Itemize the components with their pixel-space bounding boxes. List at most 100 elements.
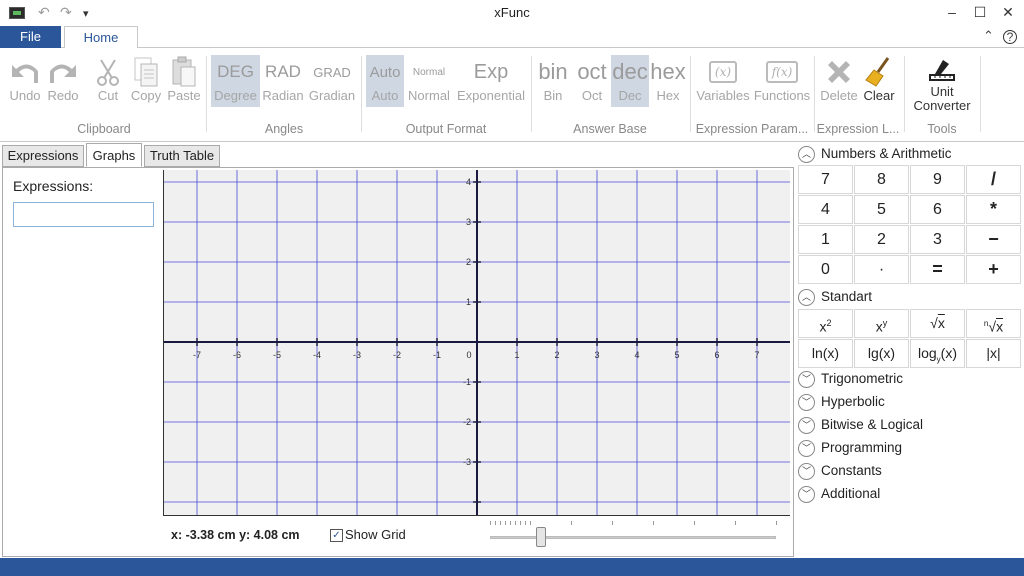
variables-button[interactable]: (x) Variables: [695, 55, 751, 107]
auto-format-button[interactable]: Auto Auto: [366, 55, 404, 107]
zoom-slider-thumb[interactable]: [536, 527, 547, 547]
keypad-key[interactable]: 9: [910, 165, 965, 194]
keypad-key[interactable]: 0: [798, 255, 853, 284]
expand-chevron-icon[interactable]: ﹀: [798, 486, 815, 503]
y-tick-label: -2: [463, 417, 471, 427]
redo-button[interactable]: Redo: [45, 55, 81, 107]
tab-home[interactable]: Home: [64, 26, 138, 49]
zoom-slider-tick: [694, 521, 695, 525]
keypad-key[interactable]: 5: [854, 195, 909, 224]
y-tick-label: -3: [463, 457, 471, 467]
collapse-chevron-icon[interactable]: ︿: [798, 146, 815, 163]
zoom-slider-tick: [735, 521, 736, 525]
ln-key[interactable]: ln(x): [798, 339, 853, 368]
maximize-icon[interactable]: ☐: [968, 2, 992, 22]
zoom-slider-tick: [515, 521, 516, 525]
expressions-label: Expressions:: [13, 178, 94, 194]
nth-root-key[interactable]: n√x: [966, 309, 1021, 338]
y-tick-label: 1: [466, 297, 471, 307]
sqrt-key[interactable]: √x: [910, 309, 965, 338]
keypad-key[interactable]: /: [966, 165, 1021, 194]
keypad-key[interactable]: −: [966, 225, 1021, 254]
abs-key[interactable]: |x|: [966, 339, 1021, 368]
zoom-slider-tick: [525, 521, 526, 525]
keypad-key[interactable]: 4: [798, 195, 853, 224]
section-label: Programming: [821, 440, 903, 455]
expand-chevron-icon[interactable]: ﹀: [798, 371, 815, 388]
x-tick-label: 0: [466, 350, 471, 360]
x-tick-label: 1: [514, 350, 519, 360]
status-bar: [0, 558, 1024, 576]
keypad-key[interactable]: +: [966, 255, 1021, 284]
keypad-key[interactable]: *: [966, 195, 1021, 224]
section-hyperbolic[interactable]: ﹀ Hyperbolic: [798, 392, 1022, 414]
hex-button[interactable]: hex Hex: [650, 55, 686, 107]
keypad-key[interactable]: ·: [854, 255, 909, 284]
power-key[interactable]: xy: [854, 309, 909, 338]
dec-button[interactable]: dec Dec: [611, 55, 649, 107]
expand-chevron-icon[interactable]: ﹀: [798, 394, 815, 411]
expression-input[interactable]: [13, 202, 154, 227]
functions-button[interactable]: f(x) Functions: [753, 55, 811, 107]
section-trigonometric[interactable]: ﹀ Trigonometric: [798, 369, 1022, 391]
cut-button[interactable]: Cut: [92, 55, 124, 107]
variables-icon: (x): [708, 61, 738, 83]
zoom-slider-tick: [571, 521, 572, 525]
section-constants[interactable]: ﹀ Constants: [798, 461, 1022, 483]
unit-converter-button[interactable]: Unit Converter: [909, 55, 975, 119]
section-numbers-arithmetic[interactable]: ︿ Numbers & Arithmetic: [798, 144, 1022, 166]
tab-graphs[interactable]: Graphs: [86, 143, 142, 167]
normal-icon: Normal: [412, 66, 446, 78]
minimize-icon[interactable]: –: [940, 2, 964, 22]
expand-chevron-icon[interactable]: ﹀: [798, 440, 815, 457]
square-key[interactable]: x2: [798, 309, 853, 338]
expand-chevron-icon[interactable]: ﹀: [798, 417, 815, 434]
graph-canvas[interactable]: -7 -6 -5 -4 -3 -2 -1 0 1 2 3 4 5 6 7 4 3 2 1 -1 -2 -3: [163, 170, 790, 515]
keypad-key[interactable]: 1: [798, 225, 853, 254]
deg-icon: DEG: [217, 62, 254, 81]
expand-chevron-icon[interactable]: ﹀: [798, 463, 815, 480]
collapse-ribbon-icon[interactable]: ⌃: [983, 28, 994, 44]
tab-truth-table[interactable]: Truth Table: [144, 145, 220, 167]
section-bitwise-logical[interactable]: ﹀ Bitwise & Logical: [798, 415, 1022, 437]
collapse-chevron-icon[interactable]: ︿: [798, 289, 815, 306]
section-additional[interactable]: ﹀ Additional: [798, 484, 1022, 506]
tab-file[interactable]: File: [0, 26, 61, 48]
close-icon[interactable]: ✕: [996, 2, 1020, 22]
graph-plot[interactable]: -7 -6 -5 -4 -3 -2 -1 0 1 2 3 4 5 6 7 4 3 2 1 -1 -2 -3: [164, 170, 790, 515]
bin-button[interactable]: bin Bin: [535, 55, 571, 107]
clear-button[interactable]: Clear: [861, 55, 897, 107]
dec-icon: dec: [612, 59, 648, 84]
keypad-panel: ︿ Numbers & Arithmetic 7 8 9/4 5 6 * 1 2 3−0 · = + …: [796, 144, 1024, 557]
copy-button[interactable]: Copy: [128, 55, 164, 107]
ribbon-separator: [814, 56, 815, 132]
lg-key[interactable]: lg(x): [854, 339, 909, 368]
section-programming[interactable]: ﹀ Programming: [798, 438, 1022, 460]
delete-button[interactable]: Delete: [819, 55, 859, 107]
x-tick-label: 5: [674, 350, 679, 360]
show-grid-checkbox[interactable]: ✓: [330, 529, 343, 542]
degree-button[interactable]: DEG Degree: [211, 55, 260, 107]
keypad-key[interactable]: 2: [854, 225, 909, 254]
keypad-key[interactable]: 8: [854, 165, 909, 194]
keypad-key[interactable]: =: [910, 255, 965, 284]
keypad-key[interactable]: 6: [910, 195, 965, 224]
log-key[interactable]: logy(x): [910, 339, 965, 368]
normal-format-button[interactable]: Normal Normal: [405, 55, 453, 107]
section-standart[interactable]: ︿ Standart: [798, 287, 1022, 309]
paste-button[interactable]: Paste: [166, 55, 202, 107]
oct-button[interactable]: oct Oct: [574, 55, 610, 107]
keypad-key[interactable]: 7: [798, 165, 853, 194]
tab-expressions[interactable]: Expressions: [2, 145, 84, 167]
undo-button[interactable]: Undo: [6, 55, 44, 107]
section-label: Trigonometric: [821, 371, 904, 386]
show-grid-label[interactable]: Show Grid: [345, 527, 406, 542]
paste-icon: [166, 55, 202, 89]
radian-button[interactable]: RAD Radian: [261, 55, 305, 107]
exponential-format-button[interactable]: Exp Exponential: [456, 55, 526, 107]
zoom-slider-track[interactable]: [490, 536, 776, 539]
help-icon[interactable]: ?: [1003, 30, 1017, 44]
section-label: Constants: [821, 463, 882, 478]
gradian-button[interactable]: GRAD Gradian: [307, 55, 357, 107]
keypad-key[interactable]: 3: [910, 225, 965, 254]
